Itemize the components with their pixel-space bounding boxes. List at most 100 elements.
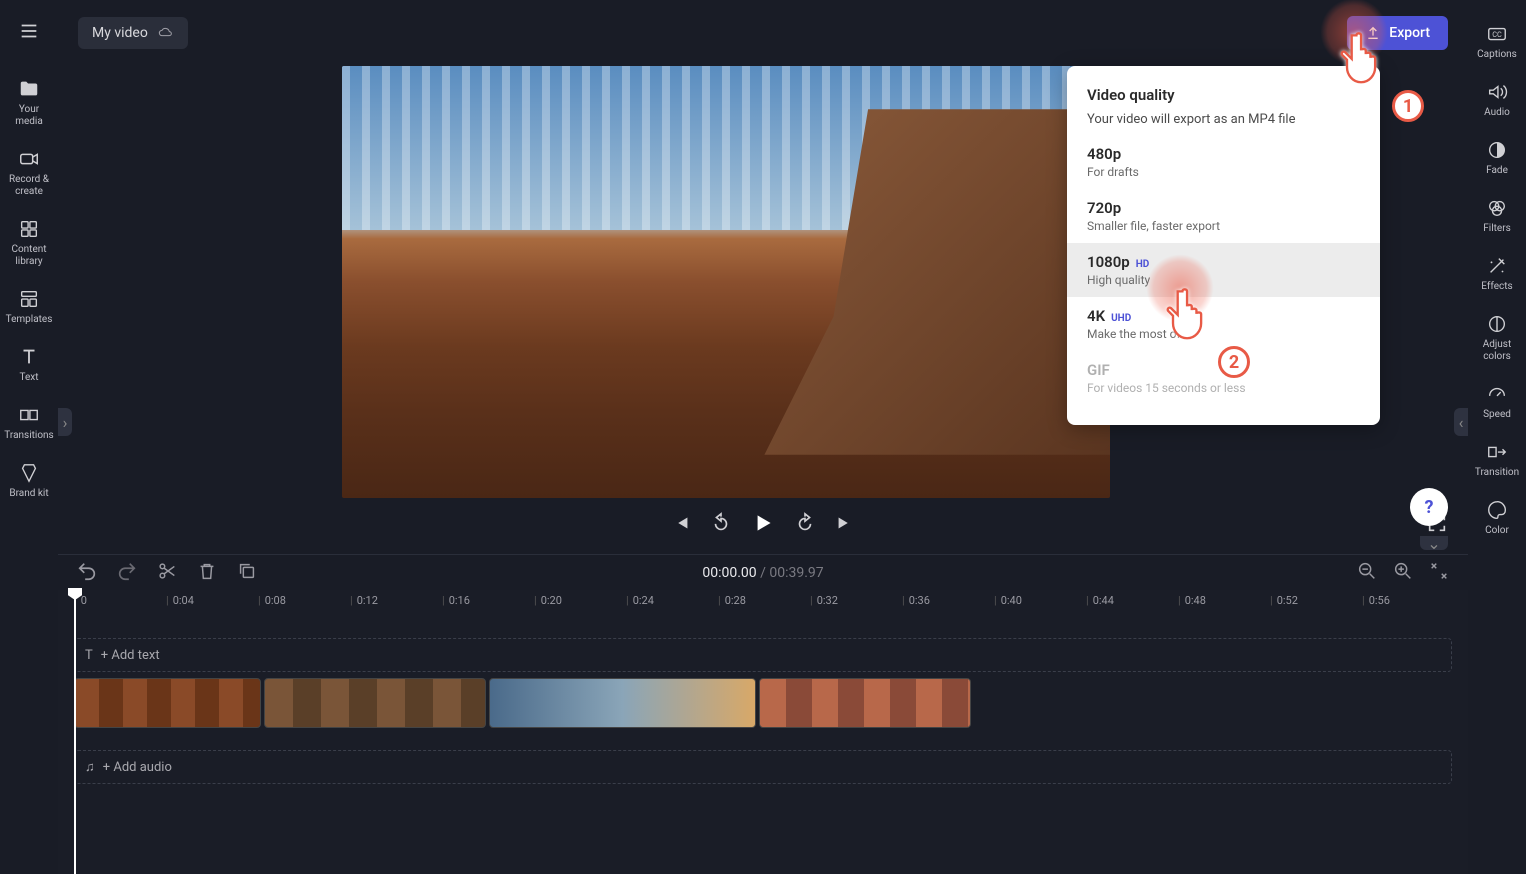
timeline-toolbar: 00:00.00 / 00:39.97 [58, 554, 1468, 590]
sidebar-item-your-media[interactable]: Your media [3, 70, 55, 136]
audio-track[interactable]: ♫ + Add audio [74, 750, 1452, 784]
transition-icon [1486, 441, 1508, 463]
ruler-tick: 0:48 [1178, 594, 1206, 607]
transitions-icon [18, 404, 40, 426]
sidebar-item-label: Content library [5, 244, 53, 268]
sidebar-item-captions[interactable]: CC Captions [1471, 15, 1523, 69]
sidebar-item-label: Speed [1483, 409, 1511, 421]
ruler-tick: 0:32 [810, 594, 838, 607]
help-button[interactable]: ? [1410, 488, 1448, 526]
sidebar-item-label: Adjust colors [1473, 339, 1521, 363]
video-clip[interactable] [759, 678, 971, 728]
split-button[interactable] [156, 560, 178, 586]
ruler-tick: 0:40 [994, 594, 1022, 607]
left-sidebar: Your media Record & create Content libra… [0, 0, 58, 874]
skip-end-button[interactable] [834, 512, 856, 538]
expand-left-panel[interactable]: › [58, 408, 72, 436]
annotation-number: 1 [1392, 90, 1424, 122]
text-track-label: + Add text [101, 648, 160, 663]
playback-controls [58, 505, 1468, 545]
sidebar-item-label: Color [1485, 525, 1509, 537]
filters-icon [1486, 197, 1508, 219]
color-icon [1486, 499, 1508, 521]
export-option-720p[interactable]: 720p Smaller file, faster export [1067, 189, 1380, 243]
sidebar-item-brand-kit[interactable]: Brand kit [3, 454, 55, 508]
zoom-fit-button[interactable] [1428, 560, 1450, 586]
adjust-colors-icon [1486, 313, 1508, 335]
sidebar-item-label: Brand kit [9, 488, 48, 500]
video-clip[interactable] [489, 678, 756, 728]
text-track[interactable]: T + Add text [74, 638, 1452, 672]
time-display: 00:00.00 / 00:39.97 [702, 565, 823, 581]
fade-icon [1486, 139, 1508, 161]
undo-icon [76, 560, 98, 582]
sidebar-item-effects[interactable]: Effects [1471, 247, 1523, 301]
video-track[interactable] [74, 678, 1452, 728]
skip-previous-icon [670, 512, 692, 534]
sidebar-item-color[interactable]: Color [1471, 491, 1523, 545]
ruler-tick: 0:56 [1362, 594, 1390, 607]
text-icon [18, 346, 40, 368]
skip-start-button[interactable] [670, 512, 692, 538]
step-back-button[interactable] [710, 512, 732, 538]
export-option-4k[interactable]: 4KUHD Make the most of [1067, 297, 1380, 351]
step-forward-button[interactable] [794, 512, 816, 538]
captions-icon: CC [1486, 23, 1508, 45]
scissors-icon [156, 560, 178, 582]
audio-icon [1486, 81, 1508, 103]
undo-button[interactable] [76, 560, 98, 586]
ruler-tick: 0:12 [350, 594, 378, 607]
video-preview[interactable] [342, 66, 1110, 498]
sidebar-item-label: Filters [1483, 223, 1511, 235]
duplicate-button[interactable] [236, 560, 258, 586]
sidebar-item-text[interactable]: Text [3, 338, 55, 392]
export-button[interactable]: Export [1347, 16, 1448, 50]
sidebar-item-filters[interactable]: Filters [1471, 189, 1523, 243]
ruler-tick: 0:04 [166, 594, 194, 607]
sidebar-item-content-library[interactable]: Content library [3, 210, 55, 276]
total-time: 00:39.97 [769, 565, 823, 581]
play-button[interactable] [750, 510, 776, 540]
zoom-out-icon [1356, 560, 1378, 582]
export-option-1080p[interactable]: 1080pHD High quality [1067, 243, 1380, 297]
video-clip[interactable] [74, 678, 261, 728]
video-clip[interactable] [264, 678, 486, 728]
zoom-in-button[interactable] [1392, 560, 1414, 586]
ruler-tick: 0:20 [534, 594, 562, 607]
ruler-tick: 0:08 [258, 594, 286, 607]
templates-icon [18, 288, 40, 310]
trash-icon [196, 560, 218, 582]
delete-button[interactable] [196, 560, 218, 586]
project-title[interactable]: My video [78, 17, 188, 49]
sidebar-item-audio[interactable]: Audio [1471, 73, 1523, 127]
sidebar-item-fade[interactable]: Fade [1471, 131, 1523, 185]
project-title-text: My video [92, 25, 148, 41]
export-option-480p[interactable]: 480p For drafts [1067, 135, 1380, 189]
sidebar-item-adjust-colors[interactable]: Adjust colors [1471, 305, 1523, 371]
collapse-right-panel[interactable]: ⌄ [1420, 536, 1448, 550]
right-sidebar: CC Captions Audio Fade Filters Effects A… [1468, 0, 1526, 874]
current-time: 00:00.00 [702, 565, 756, 581]
expand-right-panel[interactable]: ‹ [1454, 408, 1468, 436]
sidebar-item-transitions[interactable]: Transitions [3, 396, 55, 450]
hamburger-icon [18, 20, 40, 42]
zoom-out-button[interactable] [1356, 560, 1378, 586]
sidebar-item-record-create[interactable]: Record & create [3, 140, 55, 206]
playhead[interactable] [74, 590, 76, 874]
sidebar-item-label: Transition [1475, 467, 1519, 479]
redo-button[interactable] [116, 560, 138, 586]
sidebar-item-label: Fade [1486, 165, 1508, 177]
sidebar-item-speed[interactable]: Speed [1471, 375, 1523, 429]
sidebar-item-transition[interactable]: Transition [1471, 433, 1523, 487]
menu-button[interactable] [18, 20, 40, 46]
ruler-tick: 0:36 [902, 594, 930, 607]
sidebar-item-label: Your media [5, 104, 53, 128]
svg-text:CC: CC [1492, 30, 1502, 39]
ruler-tick: 0:44 [1086, 594, 1114, 607]
play-icon [750, 510, 776, 536]
copy-icon [236, 560, 258, 582]
forward-icon [794, 512, 816, 534]
timeline-ruler[interactable]: 00:040:080:120:160:200:240:280:320:360:4… [74, 590, 1452, 616]
sidebar-item-templates[interactable]: Templates [3, 280, 55, 334]
timeline[interactable]: 00:040:080:120:160:200:240:280:320:360:4… [58, 590, 1468, 874]
